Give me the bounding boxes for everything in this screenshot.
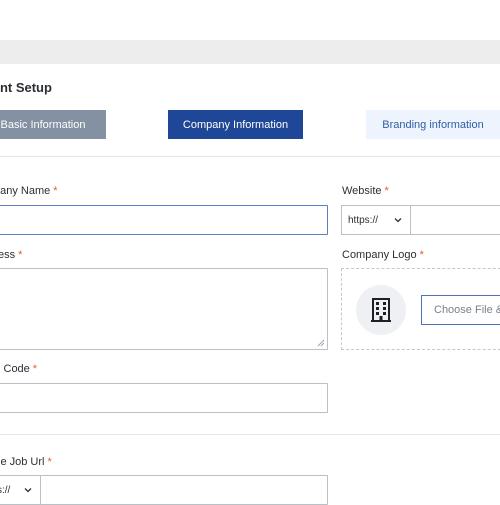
section-divider-2 (0, 434, 500, 435)
choose-file-button[interactable]: Choose File & (421, 295, 500, 325)
website-label: Website * (342, 185, 389, 197)
company-logo-label: Company Logo * (342, 249, 424, 261)
job-url-protocol-value: s:// (0, 484, 11, 496)
company-name-label: pany Name* (0, 185, 58, 197)
resize-handle-icon[interactable] (317, 339, 325, 347)
company-name-input[interactable] (0, 205, 328, 235)
chevron-down-icon (394, 218, 402, 223)
postal-code-label: l Code * (0, 363, 38, 375)
job-url-protocol-select[interactable]: s:// (0, 475, 41, 505)
step-branding-information[interactable]: Branding information (366, 110, 500, 139)
logo-placeholder (356, 285, 406, 335)
step-company-information[interactable]: Company Information (168, 110, 303, 139)
website-protocol-value: https:// (348, 214, 379, 226)
choose-file-label: Choose File & (434, 304, 500, 316)
website-protocol-select[interactable]: https:// (341, 205, 411, 235)
job-url-input[interactable] (40, 475, 328, 505)
address-textarea[interactable] (0, 268, 328, 350)
section-divider (0, 156, 500, 157)
chevron-down-icon (24, 488, 32, 493)
postal-code-input[interactable] (0, 383, 328, 413)
address-label: ess * (0, 249, 23, 261)
website-input[interactable] (410, 205, 500, 235)
step-basic-information[interactable]: Basic Information (0, 110, 106, 139)
page-title: unt Setup (0, 80, 52, 95)
top-bar (0, 40, 500, 64)
building-icon (371, 298, 391, 322)
job-url-label: le Job Url * (0, 456, 52, 468)
